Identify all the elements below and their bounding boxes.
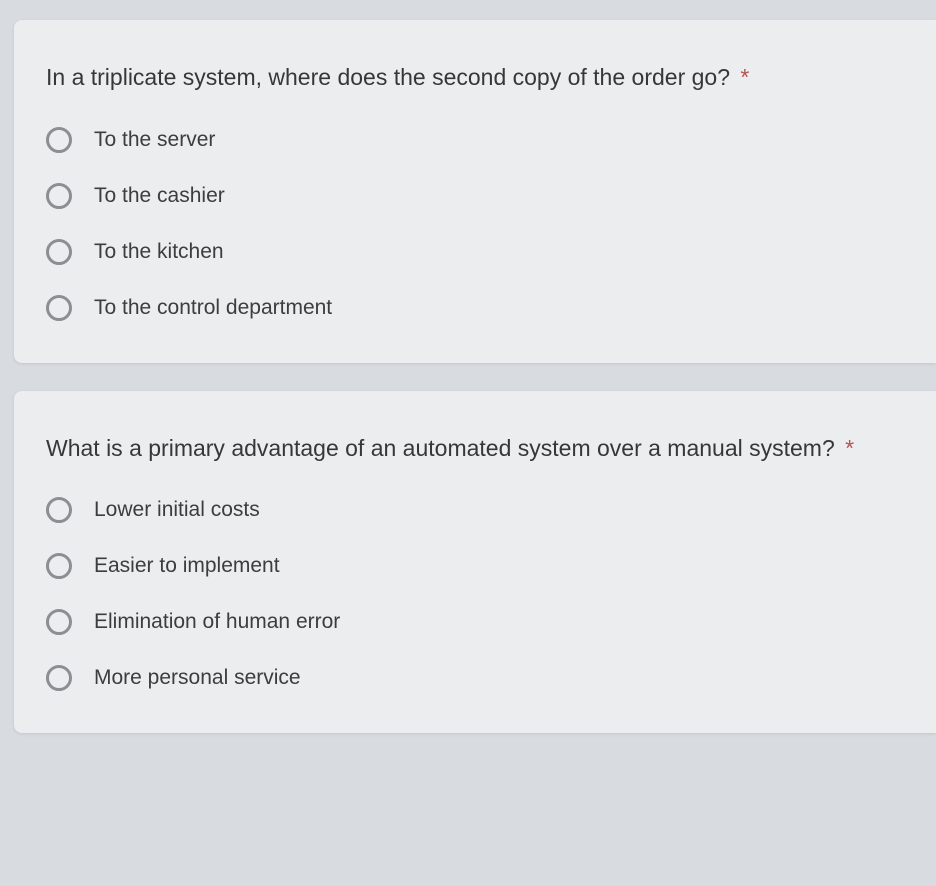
radio-option[interactable]: Easier to implement (46, 553, 908, 579)
option-label: To the cashier (94, 184, 225, 208)
question-label: In a triplicate system, where does the s… (46, 64, 730, 90)
option-label: To the kitchen (94, 240, 224, 264)
option-label: To the server (94, 128, 215, 152)
radio-icon (46, 183, 72, 209)
radio-option[interactable]: To the cashier (46, 183, 908, 209)
radio-option[interactable]: Lower initial costs (46, 497, 908, 523)
radio-option[interactable]: More personal service (46, 665, 908, 691)
question-card-1: In a triplicate system, where does the s… (14, 20, 936, 363)
radio-icon (46, 497, 72, 523)
radio-icon (46, 665, 72, 691)
radio-icon (46, 239, 72, 265)
required-asterisk: * (740, 64, 749, 90)
radio-option[interactable]: To the kitchen (46, 239, 908, 265)
radio-icon (46, 295, 72, 321)
option-label: More personal service (94, 666, 301, 690)
radio-option[interactable]: Elimination of human error (46, 609, 908, 635)
option-label: Lower initial costs (94, 498, 260, 522)
radio-icon (46, 127, 72, 153)
required-asterisk: * (845, 435, 854, 461)
radio-icon (46, 553, 72, 579)
radio-icon (46, 609, 72, 635)
option-label: Easier to implement (94, 554, 280, 578)
question-text: What is a primary advantage of an automa… (46, 431, 908, 466)
question-card-2: What is a primary advantage of an automa… (14, 391, 936, 734)
question-text: In a triplicate system, where does the s… (46, 60, 908, 95)
radio-option[interactable]: To the control department (46, 295, 908, 321)
option-label: Elimination of human error (94, 610, 340, 634)
radio-option[interactable]: To the server (46, 127, 908, 153)
question-label: What is a primary advantage of an automa… (46, 435, 835, 461)
option-label: To the control department (94, 296, 332, 320)
